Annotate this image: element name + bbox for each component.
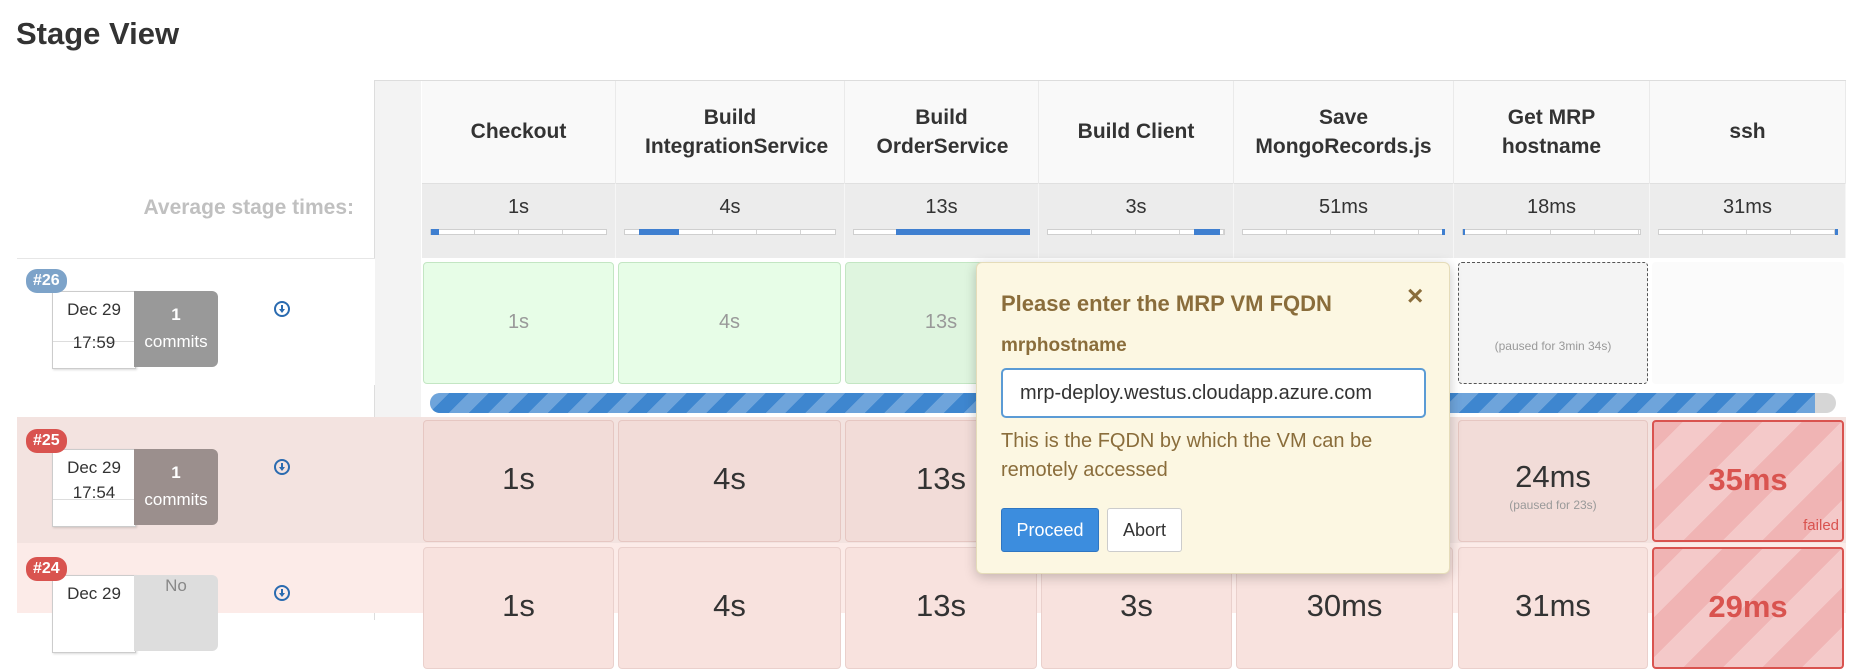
page-title: Stage View xyxy=(16,16,180,51)
stage-cell-checkout[interactable]: 1s xyxy=(423,262,614,384)
run-date-card: Dec 29 17:59 xyxy=(52,291,136,369)
stage-cell-checkout[interactable]: 1s xyxy=(423,547,614,669)
avg-value: 3s xyxy=(1125,196,1147,218)
download-icon[interactable] xyxy=(274,585,290,601)
avg-cell-save-mongorecords: 51ms xyxy=(1234,183,1454,258)
avg-bar-fill xyxy=(1463,229,1465,235)
avg-cell-build-integrationservice: 4s xyxy=(616,183,845,258)
stage-cell-build-integrationservice[interactable]: 4s xyxy=(618,547,841,669)
download-icon[interactable] xyxy=(274,301,290,317)
stage-cell-build-integrationservice[interactable]: 4s xyxy=(618,420,841,542)
avg-cell-checkout: 1s xyxy=(422,183,616,258)
abort-button[interactable]: Abort xyxy=(1107,508,1182,552)
commits-button[interactable]: 1 commits xyxy=(134,449,218,525)
stage-header-get-mrp-hostname: Get MRP hostname xyxy=(1454,81,1650,183)
no-commits-label: No xyxy=(134,575,218,651)
avg-bar xyxy=(1047,229,1225,235)
stage-cell-checkout[interactable]: 1s xyxy=(423,420,614,542)
run-date-card: Dec 29 17:54 xyxy=(52,449,136,527)
stage-cell-get-mrp-hostname-paused[interactable]: (paused for 3min 34s) xyxy=(1458,262,1648,384)
stage-cell-ssh-empty xyxy=(1652,262,1844,384)
stage-cell-get-mrp-hostname[interactable]: 31ms xyxy=(1458,547,1648,669)
paused-note: (paused for 23s) xyxy=(1509,498,1597,512)
avg-bar xyxy=(1462,229,1641,235)
download-icon[interactable] xyxy=(274,459,290,475)
avg-cell-build-client: 3s xyxy=(1039,183,1234,258)
avg-bar xyxy=(1658,229,1838,235)
proceed-button[interactable]: Proceed xyxy=(1001,508,1099,552)
avg-value: 1s xyxy=(507,196,530,218)
avg-value: 4s xyxy=(719,196,741,218)
failed-label: failed xyxy=(1803,517,1839,534)
avg-cell-ssh: 31ms xyxy=(1650,183,1846,258)
stage-header-save-mongorecords: Save MongoRecords.js xyxy=(1234,81,1454,183)
avg-cell-build-orderservice: 13s xyxy=(845,183,1039,258)
parameter-help-text: This is the FQDN by which the VM can be … xyxy=(1001,430,1373,481)
run-date: Dec 29 xyxy=(67,458,121,477)
avg-bar-fill xyxy=(896,229,1030,235)
commits-button[interactable]: 1 commits xyxy=(134,291,218,367)
avg-value: 51ms xyxy=(1319,196,1368,218)
build-number-badge[interactable]: #26 xyxy=(26,269,67,293)
avg-bar xyxy=(1242,229,1445,235)
stage-header-build-client: Build Client xyxy=(1039,81,1234,183)
close-icon[interactable]: × xyxy=(1407,280,1423,312)
avg-bar xyxy=(853,229,1030,235)
avg-cell-get-mrp-hostname: 18ms xyxy=(1454,183,1650,258)
average-stage-times-label: Average stage times: xyxy=(143,196,354,219)
stage-header-ssh: ssh xyxy=(1650,81,1846,183)
avg-bar-fill xyxy=(1194,229,1220,235)
run-time: 17:59 xyxy=(53,333,135,352)
run-date-card: Dec 29 xyxy=(52,575,136,653)
run-date: Dec 29 xyxy=(67,300,121,319)
stage-header-build-orderservice: Build OrderService xyxy=(845,81,1039,183)
avg-value: 18ms xyxy=(1527,196,1576,218)
input-requested-popover: Please enter the MRP VM FQDN × mrphostna… xyxy=(976,262,1450,574)
stage-header-build-integrationservice: Build IntegrationService xyxy=(616,81,845,183)
run-24-info: #24 Dec 29 No xyxy=(17,543,375,653)
stage-header-checkout: Checkout xyxy=(422,81,616,183)
stage-cell-build-integrationservice[interactable]: 4s xyxy=(618,262,841,384)
avg-bar xyxy=(624,229,836,235)
stage-cell-ssh-failed[interactable]: 35ms failed xyxy=(1652,420,1844,542)
parameter-label: mrphostname xyxy=(1001,335,1127,356)
popover-title: Please enter the MRP VM FQDN xyxy=(1001,291,1332,316)
avg-bar-fill xyxy=(1442,229,1445,235)
build-number-badge[interactable]: #24 xyxy=(26,557,67,581)
mrphostname-input[interactable] xyxy=(1001,368,1426,418)
avg-value: 13s xyxy=(925,196,958,218)
run-25-info: #25 Dec 29 17:54 1 commits xyxy=(17,417,375,543)
stage-cell-get-mrp-hostname[interactable]: 24ms (paused for 23s) xyxy=(1458,420,1648,542)
avg-value: 31ms xyxy=(1723,196,1772,218)
avg-bar xyxy=(430,229,607,235)
stage-cell-ssh-failed[interactable]: 29ms xyxy=(1652,547,1844,669)
avg-bar-fill xyxy=(639,229,679,235)
run-date: Dec 29 xyxy=(67,584,121,603)
run-26-info: #26 Dec 29 17:59 1 commits xyxy=(17,258,375,385)
avg-bar-fill xyxy=(431,229,439,235)
avg-bar-fill xyxy=(1835,229,1838,235)
build-number-badge[interactable]: #25 xyxy=(26,429,67,453)
run-time: 17:54 xyxy=(53,483,135,502)
